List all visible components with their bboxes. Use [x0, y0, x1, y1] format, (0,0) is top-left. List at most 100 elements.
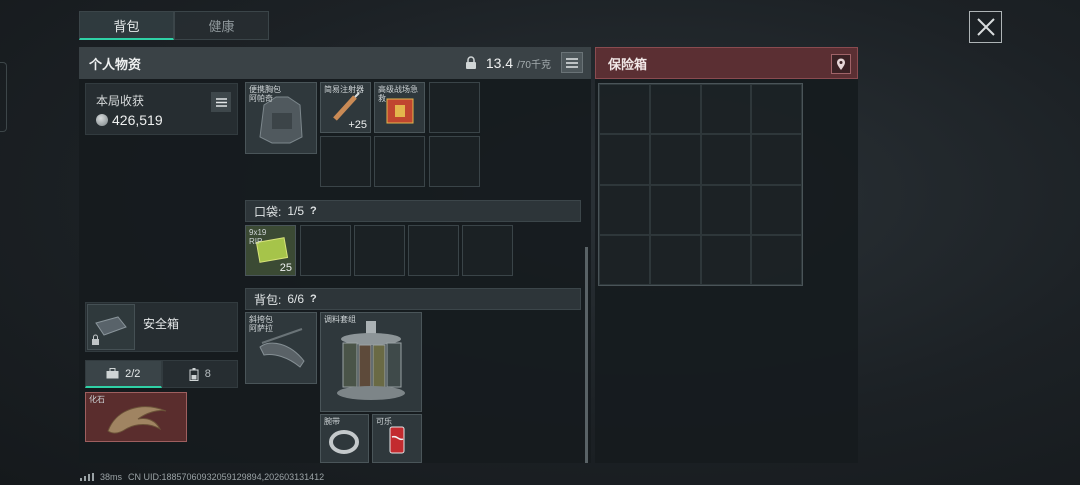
subtab-toolbox[interactable]: 2/2	[85, 360, 162, 388]
rig-slot-empty[interactable]	[374, 136, 425, 187]
syringe-qty: +25	[348, 119, 367, 131]
subtab-battery[interactable]: 8	[161, 360, 238, 388]
backpack-help-icon[interactable]: ?	[310, 293, 317, 305]
pocket-section-header: 口袋: 1/5 ?	[245, 200, 581, 222]
main-tabs: 背包 健康	[79, 11, 269, 40]
income-label: 本局收获	[96, 94, 145, 108]
safebox-image	[87, 304, 135, 350]
ammo-qty: 25	[279, 262, 292, 274]
left-column: 本局收获 426,519 安全箱 2/2 8 化石	[79, 79, 241, 463]
subtab-battery-label: 8	[204, 368, 211, 380]
safe-slot[interactable]	[751, 84, 802, 135]
rig-slot-empty[interactable]	[429, 136, 480, 187]
safe-panel: 保险箱	[595, 47, 858, 463]
cola-item[interactable]: 可乐	[372, 414, 422, 463]
list-icon	[215, 97, 227, 107]
safe-slot[interactable]	[649, 84, 701, 135]
safe-slot[interactable]	[649, 234, 701, 285]
sling-bag-item[interactable]: 斜挎包 阿萨拉	[245, 312, 317, 384]
backpack-count: 6/6	[287, 292, 305, 306]
pocket-count: 1/5	[287, 204, 305, 218]
battery-icon	[189, 367, 199, 381]
fossil-label: 化石	[89, 395, 105, 404]
safebox-label: 安全箱	[143, 317, 180, 331]
subtab-toolbox-label: 2/2	[125, 367, 141, 380]
safe-header: 保险箱	[595, 47, 858, 79]
safe-slot[interactable]	[751, 134, 802, 185]
first-aid-label: 高级战场急救	[378, 85, 418, 103]
wristband-label: 腕带	[324, 417, 340, 426]
list-icon	[566, 57, 578, 68]
container-subtabs: 2/2 8	[85, 360, 238, 388]
income-box: 本局收获 426,519	[85, 83, 238, 135]
cola-label: 可乐	[376, 417, 392, 426]
spice-rack-icon	[337, 321, 405, 400]
safe-slot[interactable]	[599, 84, 650, 135]
wristband-item[interactable]: 腕带	[320, 414, 369, 463]
left-edge-handle[interactable]	[0, 62, 7, 132]
weight-display: 13.4 /70千克	[464, 55, 551, 71]
ammo-label: 9x19 RIP	[249, 228, 267, 246]
safe-slot[interactable]	[751, 184, 802, 235]
income-value: 426,519	[112, 112, 163, 128]
safe-slot[interactable]	[599, 234, 650, 285]
backpack-label: 背包:	[254, 292, 282, 307]
rig-slot-empty[interactable]	[429, 82, 480, 133]
panel-title: 个人物资	[89, 56, 142, 72]
location-pin-icon	[837, 58, 845, 70]
safe-slot[interactable]	[751, 234, 802, 285]
safe-slot[interactable]	[700, 134, 752, 185]
personal-items-panel: 个人物资 13.4 /70千克 本局收获 426,519 安全箱 2/2 8 化…	[79, 47, 591, 463]
chest-rig-label: 便携胸包 阿帕奇	[249, 85, 281, 103]
safe-slot[interactable]	[700, 184, 752, 235]
safebox-slot[interactable]: 安全箱	[85, 302, 238, 352]
sort-list-button[interactable]	[561, 52, 583, 73]
fossil-item[interactable]: 化石	[85, 392, 187, 442]
close-button[interactable]	[969, 11, 1002, 43]
spice-set-label: 调料套组	[324, 315, 356, 324]
safe-slot[interactable]	[700, 234, 752, 285]
safebox-case-icon	[92, 316, 127, 345]
backpack-section-header: 背包: 6/6 ?	[245, 288, 581, 310]
income-value-row: 426,519	[96, 112, 227, 128]
ping-value: 38ms	[100, 472, 123, 482]
tab-health[interactable]: 健康	[174, 11, 269, 40]
coin-icon	[96, 114, 108, 126]
personal-items-header: 个人物资 13.4 /70千克	[79, 47, 591, 79]
pocket-help-icon[interactable]: ?	[310, 205, 317, 217]
pocket-slot-empty[interactable]	[354, 225, 405, 276]
spice-set-item[interactable]: 调料套组	[320, 312, 422, 412]
safe-location-button[interactable]	[831, 54, 851, 74]
safe-slot[interactable]	[599, 184, 650, 235]
toolbox-icon	[106, 368, 119, 379]
close-icon	[976, 18, 995, 36]
syringe-label: 简易注射器	[324, 85, 364, 94]
pocket-label: 口袋:	[254, 204, 282, 219]
safe-grid	[598, 83, 803, 286]
chest-rig-item[interactable]: 便携胸包 阿帕奇	[245, 82, 317, 154]
weight-max: /70千克	[517, 60, 551, 71]
safe-slot[interactable]	[649, 134, 701, 185]
tab-backpack-label: 背包	[113, 18, 140, 34]
rig-slot-empty[interactable]	[320, 136, 371, 187]
ammo-item[interactable]: 9x19 RIP 25	[245, 225, 296, 276]
safe-slot[interactable]	[700, 84, 752, 135]
safe-slot[interactable]	[599, 134, 650, 185]
pocket-slot-empty[interactable]	[300, 225, 351, 276]
tab-backpack[interactable]: 背包	[79, 11, 174, 40]
weight-current: 13.4	[485, 55, 514, 71]
user-uid: CN UID:18857060932059129894,202603131412	[128, 472, 325, 482]
syringe-item[interactable]: 简易注射器 +25	[320, 82, 371, 133]
income-detail-button[interactable]	[211, 92, 231, 112]
pocket-slot-empty[interactable]	[408, 225, 459, 276]
signal-icon	[80, 473, 94, 481]
scrollbar[interactable]	[585, 247, 588, 463]
safe-title: 保险箱	[608, 56, 648, 72]
first-aid-item[interactable]: 高级战场急救	[374, 82, 425, 133]
sling-bag-label: 斜挎包 阿萨拉	[249, 315, 273, 333]
weight-lock-icon	[465, 56, 476, 69]
tab-health-label: 健康	[208, 19, 235, 34]
safe-slot[interactable]	[649, 184, 701, 235]
status-bar: 38ms CN UID:18857060932059129894,2026031…	[80, 472, 324, 482]
pocket-slot-empty[interactable]	[462, 225, 513, 276]
